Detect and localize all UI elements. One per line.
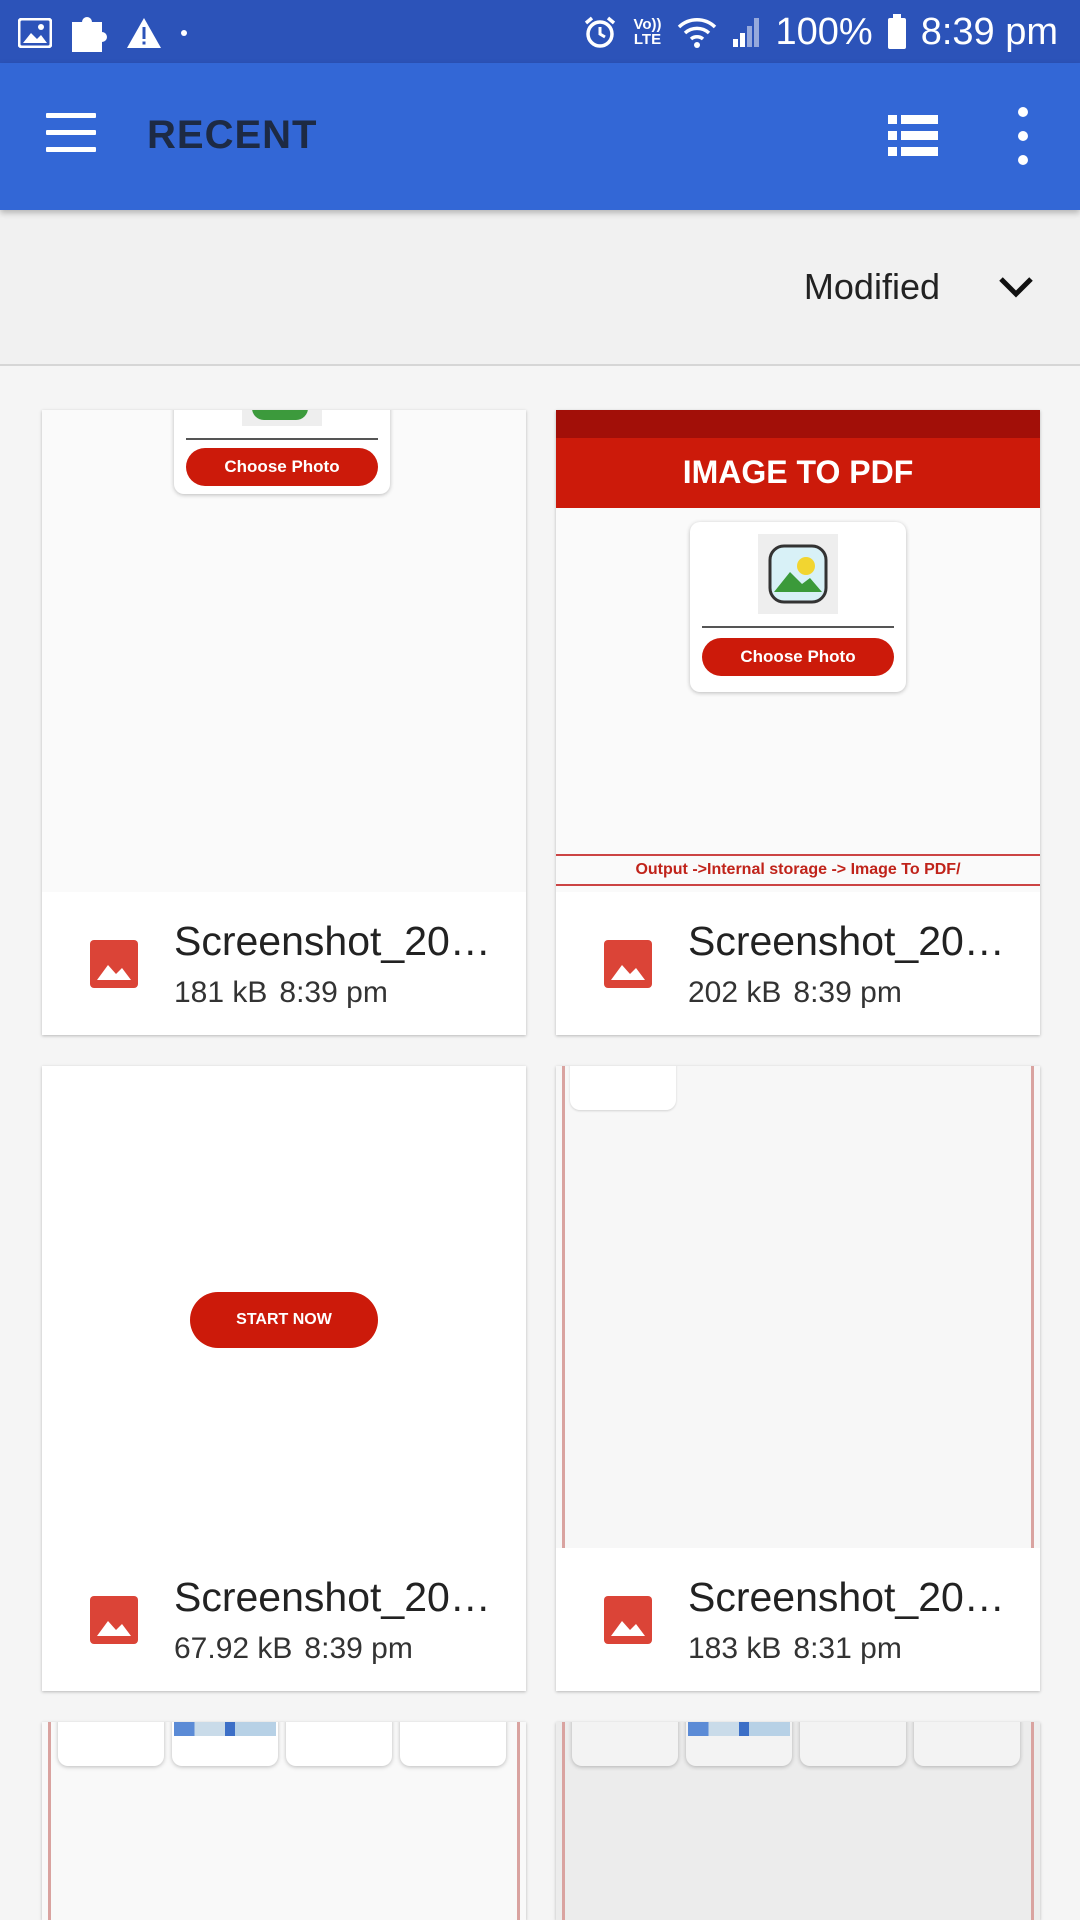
file-card[interactable]: Screenshot_20… 183 kB 8:31 pm bbox=[556, 1066, 1040, 1691]
thumb-tile bbox=[570, 1066, 676, 1110]
gallery-notification-icon bbox=[18, 18, 52, 48]
clock: 8:39 pm bbox=[920, 11, 1058, 53]
file-size: 181 kB bbox=[174, 976, 268, 1009]
thumb-tile bbox=[400, 1722, 506, 1766]
file-size: 67.92 kB bbox=[174, 1632, 293, 1665]
gallery-icon bbox=[768, 544, 828, 604]
puzzle-notification-icon bbox=[72, 17, 107, 52]
warning-icon bbox=[127, 18, 161, 48]
app-bar: RECENT bbox=[0, 63, 1080, 210]
page-title: RECENT bbox=[147, 113, 318, 157]
sort-dropdown[interactable]: Modified bbox=[804, 266, 1034, 308]
alarm-icon bbox=[585, 16, 616, 48]
file-time: 8:39 pm bbox=[304, 1632, 413, 1665]
image-file-icon bbox=[604, 1596, 652, 1644]
image-file-icon bbox=[604, 940, 652, 988]
thumb-tile bbox=[572, 1722, 678, 1766]
file-thumbnail: Choose Photo bbox=[42, 410, 526, 892]
file-card[interactable]: Choose Photo Screenshot_20… 181 kB 8:39 p… bbox=[42, 410, 526, 1035]
file-card[interactable] bbox=[42, 1722, 526, 1920]
file-time: 8:39 pm bbox=[793, 976, 902, 1009]
sort-bar: Modified bbox=[0, 210, 1080, 366]
file-meta: Screenshot_20… 202 kB 8:39 pm bbox=[556, 892, 1040, 1035]
thumb-choose-card: Choose Photo bbox=[174, 410, 390, 494]
file-thumbnail bbox=[556, 1066, 1040, 1548]
sort-label: Modified bbox=[803, 266, 940, 307]
thumb-choose-card: Choose Photo bbox=[690, 522, 906, 692]
thumb-tile bbox=[286, 1722, 392, 1766]
file-details: 183 kB 8:31 pm bbox=[688, 1632, 902, 1666]
file-thumbnail bbox=[556, 1722, 1040, 1920]
list-view-icon[interactable] bbox=[888, 115, 938, 157]
file-name: Screenshot_20… bbox=[174, 1574, 491, 1620]
battery-icon bbox=[887, 14, 906, 49]
file-meta: Screenshot_20… 183 kB 8:31 pm bbox=[556, 1548, 1040, 1691]
thumb-tile bbox=[686, 1722, 792, 1766]
volte-indicator: Vo)) LTE bbox=[633, 16, 662, 48]
file-card[interactable] bbox=[556, 1722, 1040, 1920]
file-meta: Screenshot_20… 181 kB 8:39 pm bbox=[42, 892, 526, 1035]
file-time: 8:31 pm bbox=[793, 1632, 902, 1665]
image-file-icon bbox=[90, 1596, 138, 1644]
menu-icon[interactable] bbox=[46, 113, 96, 157]
file-name: Screenshot_20… bbox=[174, 918, 491, 964]
thumb-tile bbox=[800, 1722, 906, 1766]
status-bar: Vo)) LTE 100% 8:39 pm bbox=[0, 0, 1080, 63]
thumb-choose-photo: Choose Photo bbox=[702, 638, 894, 676]
file-card[interactable]: IMAGE TO PDF Choose Photo Output ->Inter… bbox=[556, 410, 1040, 1035]
file-name: Screenshot_20… bbox=[688, 1574, 1005, 1620]
file-details: 67.92 kB 8:39 pm bbox=[174, 1632, 413, 1666]
file-meta: Screenshot_20… 67.92 kB 8:39 pm bbox=[42, 1548, 526, 1691]
file-thumbnail: START NOW bbox=[42, 1066, 526, 1548]
thumb-header: IMAGE TO PDF bbox=[556, 410, 1040, 508]
thumb-title: IMAGE TO PDF bbox=[682, 454, 914, 490]
battery-percent: 100% bbox=[775, 11, 873, 53]
file-time: 8:39 pm bbox=[279, 976, 388, 1009]
thumb-tile bbox=[914, 1722, 1020, 1766]
thumb-start-now: START NOW bbox=[190, 1292, 378, 1348]
image-file-icon bbox=[90, 940, 138, 988]
file-size: 183 kB bbox=[688, 1632, 782, 1665]
signal-icon bbox=[733, 18, 760, 47]
file-details: 181 kB 8:39 pm bbox=[174, 976, 388, 1010]
chevron-down-icon bbox=[999, 277, 1033, 298]
file-card[interactable]: START NOW Screenshot_20… 67.92 kB 8:39 pm bbox=[42, 1066, 526, 1691]
thumb-output-path: Output ->Internal storage -> Image To PD… bbox=[556, 854, 1040, 886]
file-size: 202 kB bbox=[688, 976, 782, 1009]
file-name: Screenshot_20… bbox=[688, 918, 1005, 964]
file-thumbnail bbox=[42, 1722, 526, 1920]
dot-icon bbox=[181, 30, 187, 36]
thumb-tile bbox=[58, 1722, 164, 1766]
wifi-icon bbox=[678, 18, 717, 48]
thumb-choose-photo: Choose Photo bbox=[186, 448, 378, 486]
file-thumbnail: IMAGE TO PDF Choose Photo Output ->Inter… bbox=[556, 410, 1040, 892]
thumb-tile bbox=[172, 1722, 278, 1766]
more-options-icon[interactable] bbox=[1008, 107, 1038, 165]
file-details: 202 kB 8:39 pm bbox=[688, 976, 902, 1010]
